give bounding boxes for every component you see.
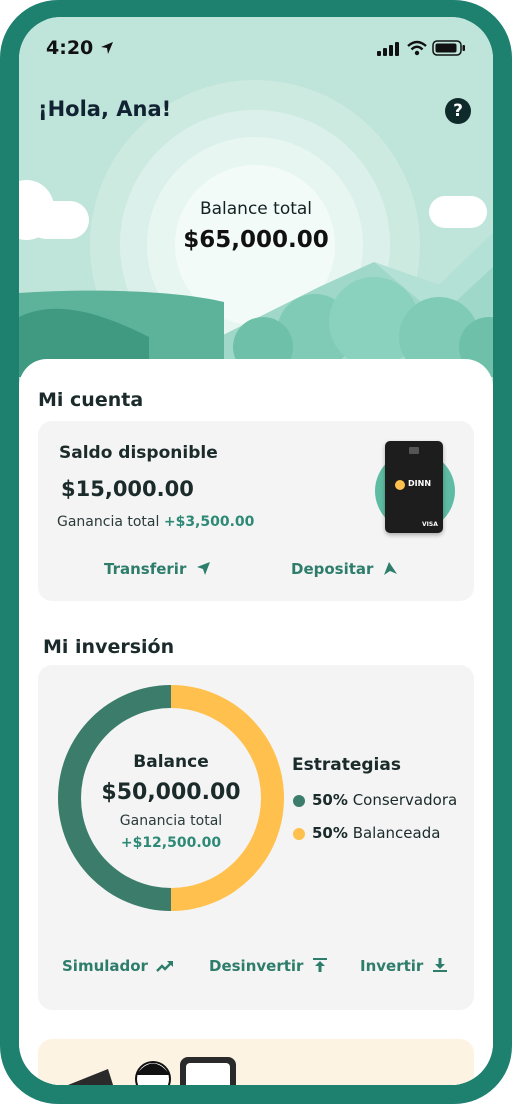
card-chip-icon xyxy=(409,447,419,454)
status-bar: 4:20 xyxy=(19,17,493,77)
available-balance-label: Saldo disponible xyxy=(59,443,218,463)
upload-icon xyxy=(312,958,327,972)
divest-label: Desinvertir xyxy=(209,957,304,975)
invest-button[interactable]: Invertir xyxy=(360,957,448,975)
investment-section-title: Mi inversión xyxy=(43,636,175,658)
trending-up-icon xyxy=(156,961,174,972)
account-section-title: Mi cuenta xyxy=(38,389,144,411)
simulator-button[interactable]: Simulador xyxy=(62,957,174,975)
app-screen: 4:20 ¡Hola, Ana! ? Balance total $65,000… xyxy=(19,17,493,1085)
question-circle-icon[interactable]: ? xyxy=(445,98,471,124)
strategy-percent: 50% xyxy=(312,824,348,842)
simulator-label: Simulador xyxy=(62,957,148,975)
available-balance-value: $15,000.00 xyxy=(61,477,194,501)
donut-balance-label: Balance xyxy=(133,752,209,772)
legend-dot-icon xyxy=(293,827,305,840)
strategy-balanceada: 50% Balanceada xyxy=(293,824,440,842)
status-time: 4:20 xyxy=(46,37,94,59)
strategy-name: Balanceada xyxy=(352,824,441,842)
wifi-icon xyxy=(407,40,427,56)
divest-button[interactable]: Desinvertir xyxy=(209,957,328,975)
card-brand: DINN xyxy=(408,479,432,488)
phone-frame: 4:20 ¡Hola, Ana! ? Balance total $65,000… xyxy=(0,0,512,1104)
transfer-label: Transferir xyxy=(104,560,187,578)
greeting-title: ¡Hola, Ana! xyxy=(38,97,172,121)
strategy-conservadora: 50% Conservadora xyxy=(293,791,457,809)
donut-balance-value: $50,000.00 xyxy=(101,780,241,805)
account-card: Saldo disponible $15,000.00 Ganancia tot… xyxy=(38,421,474,601)
strategies-title: Estrategias xyxy=(292,755,401,775)
legend-dot-icon xyxy=(293,794,305,807)
transfer-button[interactable]: Transferir xyxy=(104,560,211,578)
strategy-name: Conservadora xyxy=(352,791,458,809)
cellular-signal-icon xyxy=(377,42,399,56)
donut-gain-label: Ganancia total xyxy=(119,813,223,829)
card-network: VISA xyxy=(422,521,438,528)
location-arrow-icon xyxy=(101,42,113,54)
promo-illustration xyxy=(68,1057,236,1085)
dinn-logo-icon xyxy=(395,480,405,490)
strategy-percent: 50% xyxy=(312,791,348,809)
total-balance-value: $65,000.00 xyxy=(183,227,329,253)
account-gain-row: Ganancia total +$3,500.00 xyxy=(57,514,254,530)
deposit-arrow-icon xyxy=(383,562,397,575)
account-gain-label: Ganancia total xyxy=(57,514,160,530)
total-balance-label: Balance total xyxy=(199,199,313,219)
send-arrow-icon xyxy=(196,562,210,575)
battery-icon xyxy=(432,40,465,56)
donut-gain-value: +$12,500.00 xyxy=(120,835,222,851)
promo-card[interactable] xyxy=(38,1039,474,1085)
investment-card: Balance $50,000.00 Ganancia total +$12,5… xyxy=(38,665,474,1010)
content-sheet: Mi cuenta Saldo disponible $15,000.00 Ga… xyxy=(19,359,493,1085)
hero-banner: 4:20 ¡Hola, Ana! ? Balance total $65,000… xyxy=(19,17,493,417)
deposit-button[interactable]: Depositar xyxy=(291,560,398,578)
account-gain-value: +$3,500.00 xyxy=(163,514,255,530)
download-icon xyxy=(432,958,447,972)
debit-card-image[interactable]: DINN VISA xyxy=(385,441,443,533)
invest-label: Invertir xyxy=(360,957,424,975)
deposit-label: Depositar xyxy=(291,560,374,578)
